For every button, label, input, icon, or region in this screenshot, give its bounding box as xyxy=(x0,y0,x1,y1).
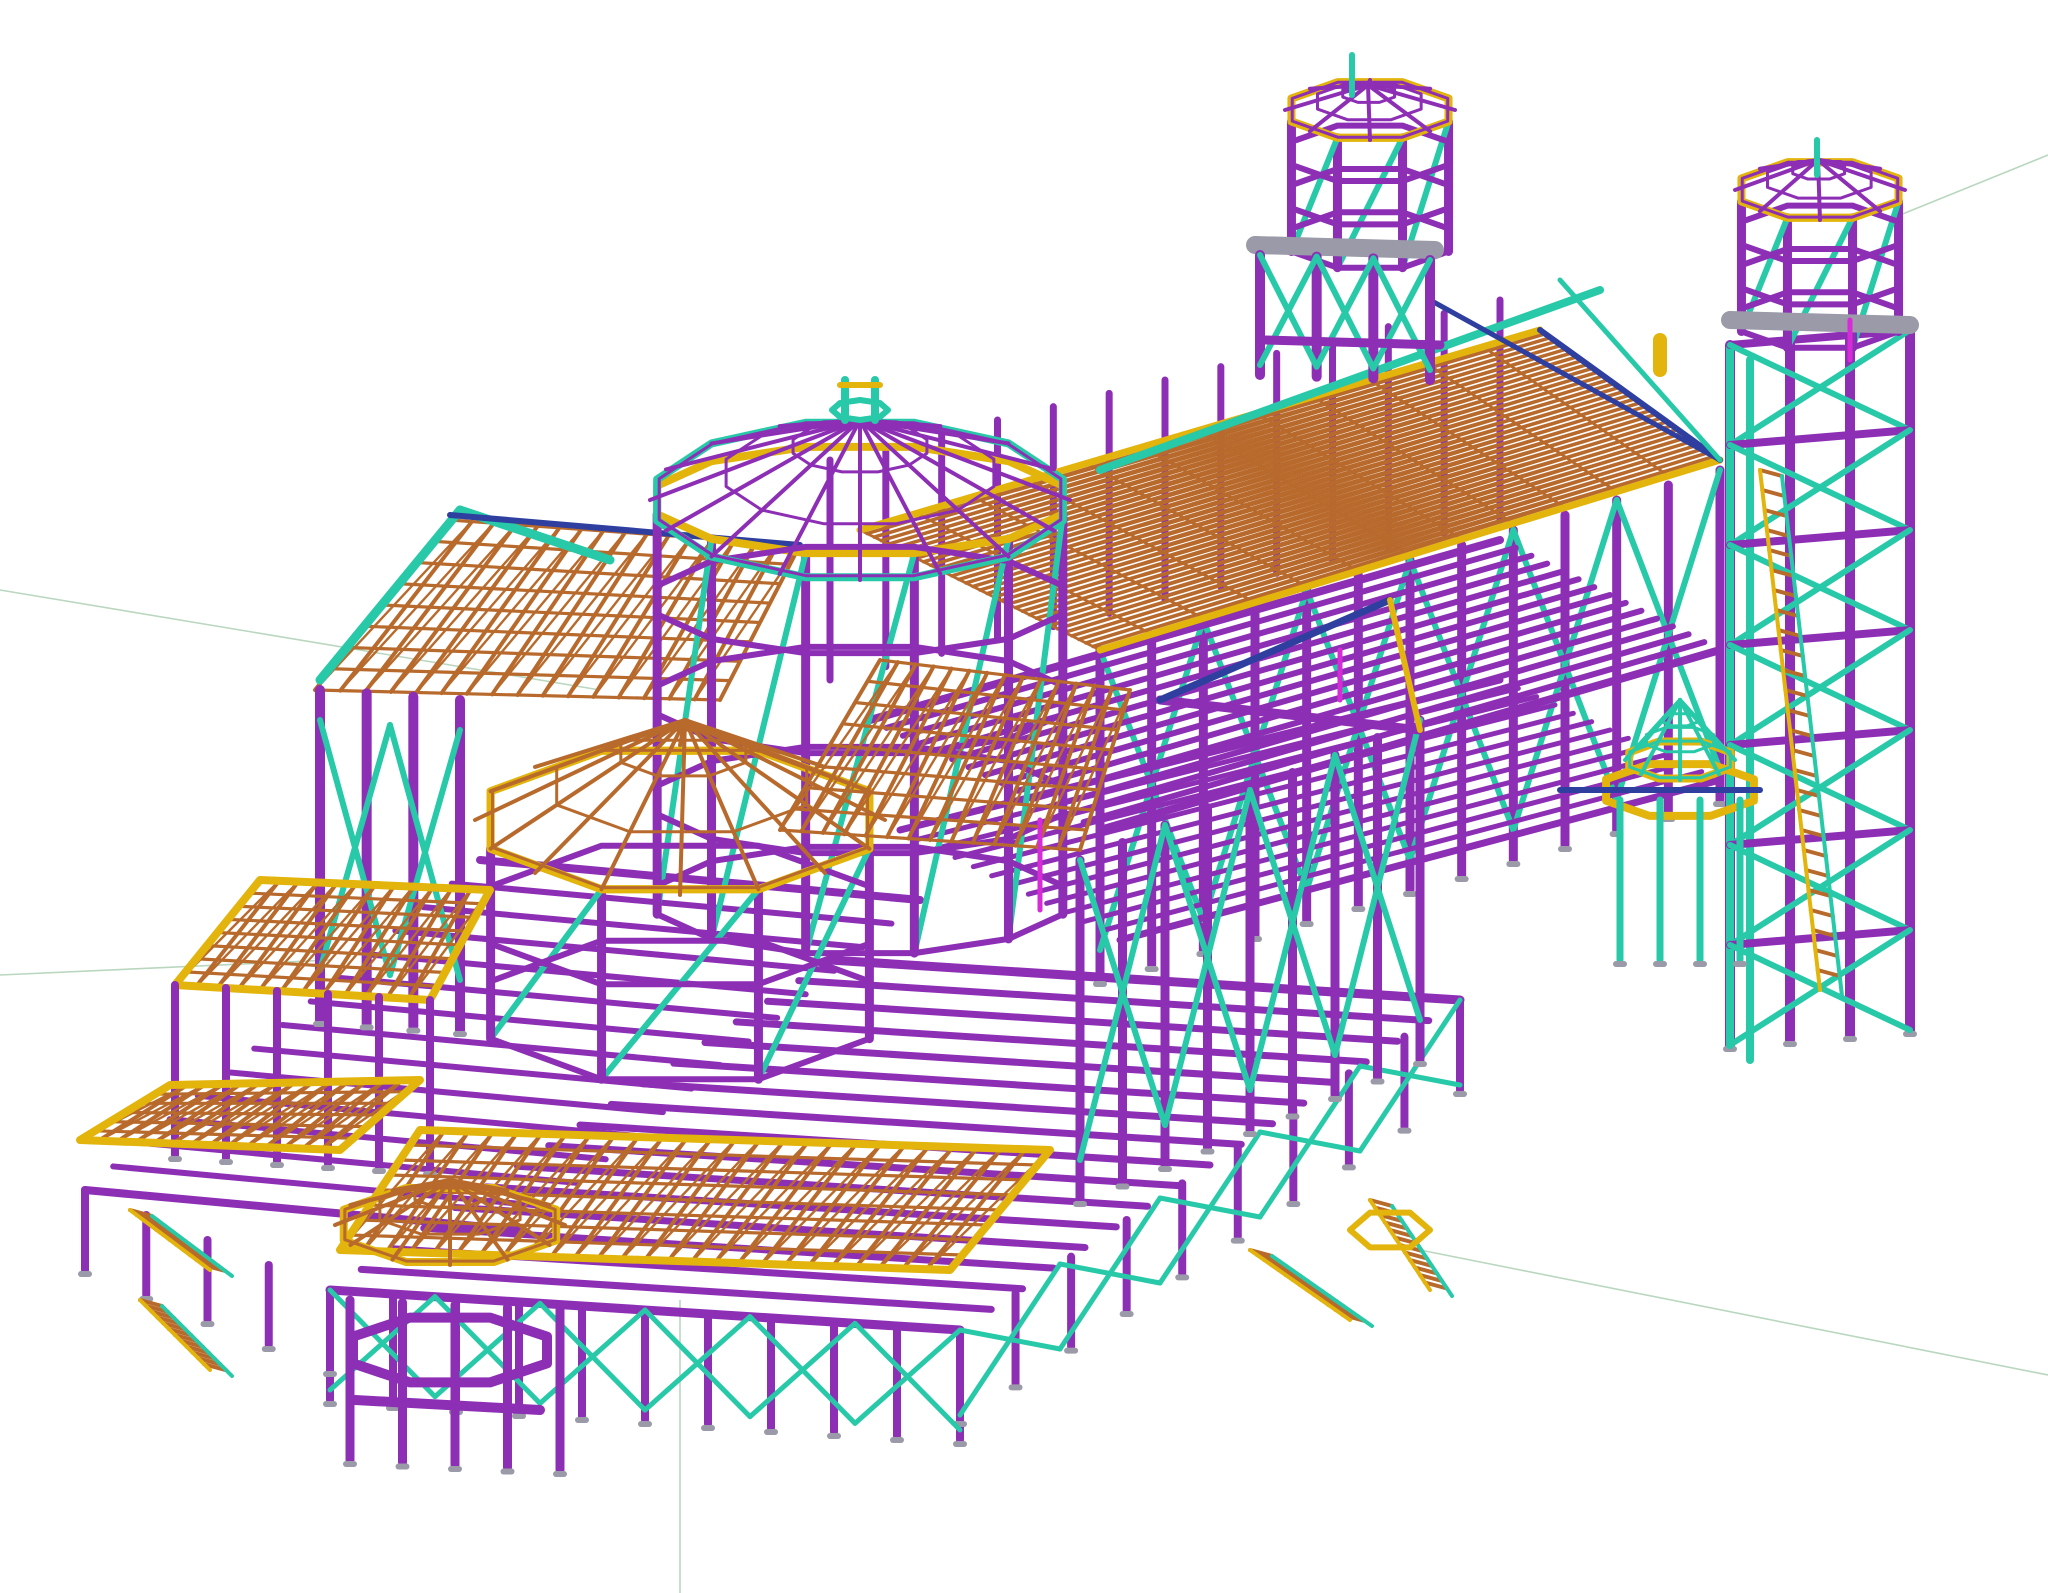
brace xyxy=(1157,1129,1263,1286)
radial-rafter xyxy=(1366,83,1372,142)
main-roof xyxy=(856,277,1724,654)
floor-beam xyxy=(482,1183,1120,1231)
structure-members xyxy=(76,52,1919,1477)
tower-floor xyxy=(1726,826,1914,849)
lantern-ring xyxy=(829,397,891,423)
tower-floor xyxy=(1726,526,1914,549)
stair-stringer xyxy=(138,1298,212,1372)
tower-floor xyxy=(1726,426,1914,449)
purlin xyxy=(123,1110,382,1117)
left-tower xyxy=(1246,52,1457,385)
tower-slab xyxy=(1721,311,1919,334)
purlin xyxy=(347,645,742,663)
stair-stringer xyxy=(128,1208,212,1272)
model-viewport[interactable] xyxy=(0,0,2048,1593)
brace xyxy=(747,1320,858,1420)
stair-tread xyxy=(1815,968,1842,978)
stair-stringer xyxy=(1270,1254,1374,1328)
tower-brace xyxy=(1727,527,1913,648)
stair-tread xyxy=(1760,488,1787,498)
tower-brace xyxy=(1727,827,1913,948)
diagonal xyxy=(339,521,495,692)
stair-tread xyxy=(1808,908,1835,918)
brace xyxy=(642,1314,753,1413)
stair-tread xyxy=(1790,748,1817,758)
grid-line xyxy=(1419,1249,2048,1376)
right-stair-tower xyxy=(1723,325,1917,1064)
grid-line xyxy=(1899,154,2048,216)
stair-tread xyxy=(1804,868,1831,878)
tower-brace xyxy=(1727,427,1913,548)
stair-tread xyxy=(1801,848,1828,858)
steel-structure-3d-model[interactable] xyxy=(0,0,2048,1593)
stair-tread xyxy=(1813,948,1840,958)
brace xyxy=(852,1327,963,1426)
floor-beam xyxy=(639,1080,1276,1128)
stair-stringer xyxy=(150,1214,234,1278)
tower-floor xyxy=(1260,335,1445,350)
tower-floor xyxy=(1726,726,1914,749)
stair-stringer xyxy=(160,1304,234,1378)
stair-tread xyxy=(1797,808,1824,818)
stair-stringer xyxy=(1248,1248,1352,1322)
tower-brace xyxy=(1727,627,1913,748)
drum-brace xyxy=(1288,134,1341,255)
terrace-beam xyxy=(350,1395,545,1415)
tower-slab xyxy=(1246,236,1444,259)
edge-beam xyxy=(825,955,1465,1005)
tower-floor xyxy=(1726,626,1914,649)
right-lower-stairs xyxy=(1248,1198,1454,1328)
